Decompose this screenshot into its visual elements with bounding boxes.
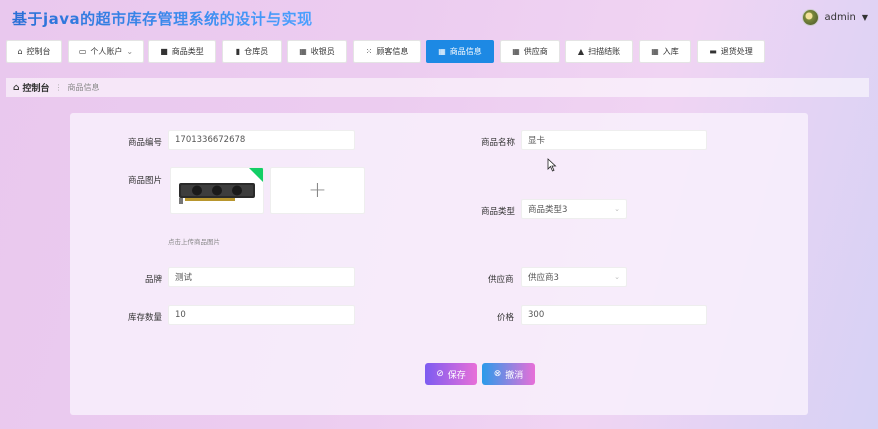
image-upload-hint: 点击上传商品图片 [168,238,220,246]
stock-label: 库存数量 [128,313,163,323]
product-image-thumbnail[interactable] [170,167,264,214]
nav-dashboard[interactable]: ⌂ 控制台 [6,40,62,63]
price-field[interactable]: 300 [521,305,707,325]
nav-warehouse-staff[interactable]: ▮ 仓库员 [222,40,282,63]
grid-icon: ▦ [299,46,307,56]
upload-add-button[interactable]: + [270,167,365,214]
close-circle-icon: ⊗ [493,369,502,379]
breadcrumb: ⌂ 控制台 ⋮ 商品信息 [6,78,869,97]
image-label: 商品图片 [128,176,163,186]
nav-returns[interactable]: ▬ 退货处理 [697,40,765,63]
brand-field[interactable]: 测试 [168,267,355,287]
supplier-label: 供应商 [488,275,514,285]
nav-product-info[interactable]: ▦ 商品信息 [426,40,494,63]
chart-icon: ▮ [235,46,241,56]
breadcrumb-current: 商品信息 [67,83,100,92]
breadcrumb-home[interactable]: ⌂ 控制台 [13,81,49,95]
nav-account[interactable]: ▭ 个人账户 ⌄ [68,40,144,63]
message-icon: ▬ [709,46,717,56]
bag-icon: ▲ [577,46,585,56]
code-label: 商品编号 [128,138,163,148]
code-field[interactable]: 1701336672678 [168,130,355,150]
home-icon: ⌂ [17,46,23,56]
nav-cashier[interactable]: ▦ 收银员 [287,40,347,63]
brand-label: 品牌 [145,275,163,285]
account-icon: ▭ [78,46,87,56]
grid-icon: ▦ [438,46,446,56]
save-button[interactable]: ⊘ 保存 [425,363,477,385]
success-badge-icon [249,168,263,182]
chevron-down-icon: ⌄ [126,46,134,56]
grid-icon: ▦ [651,46,659,56]
graphics-card-image [179,183,255,204]
tag-icon: ■ [160,46,168,56]
price-label: 价格 [497,313,515,323]
nav-stock-in[interactable]: ▦ 入库 [639,40,691,63]
nav-customers[interactable]: ⁙ 顾客信息 [353,40,421,63]
app-title: 基于java的超市库存管理系统的设计与实现 [12,10,313,28]
top-nav: ⌂ 控制台 ▭ 个人账户 ⌄ ■ 商品类型 ▮ 仓库员 ▦ 收银员 ⁙ 顾客信息… [6,40,878,63]
nav-product-type[interactable]: ■ 商品类型 [148,40,216,63]
supplier-select[interactable]: 供应商3 ⌄ [521,267,627,287]
stock-field[interactable]: 10 [168,305,355,325]
name-field[interactable]: 显卡 [521,130,707,150]
type-label: 商品类型 [481,207,516,217]
type-select[interactable]: 商品类型3 ⌄ [521,199,627,219]
cancel-button[interactable]: ⊗ 撤消 [482,363,535,385]
chevron-down-icon: ⌄ [614,273,620,281]
home-icon: ⌂ [13,82,20,93]
user-menu[interactable]: admin ▼ [801,9,868,26]
avatar[interactable] [801,9,819,26]
caret-down-icon[interactable]: ▼ [862,13,868,22]
mouse-cursor-icon [547,158,557,172]
grid-icon: ▦ [512,46,520,56]
chevron-down-icon: ⌄ [614,205,620,213]
plus-icon: + [308,178,327,203]
name-label: 商品名称 [481,138,516,148]
nav-supplier[interactable]: ▦ 供应商 [500,40,560,63]
apps-icon: ⁙ [365,46,373,56]
nav-scan-checkout[interactable]: ▲ 扫描结账 [565,40,633,63]
check-circle-icon: ⊘ [436,369,444,379]
breadcrumb-separator: ⋮ [54,83,63,92]
username[interactable]: admin [825,12,856,23]
